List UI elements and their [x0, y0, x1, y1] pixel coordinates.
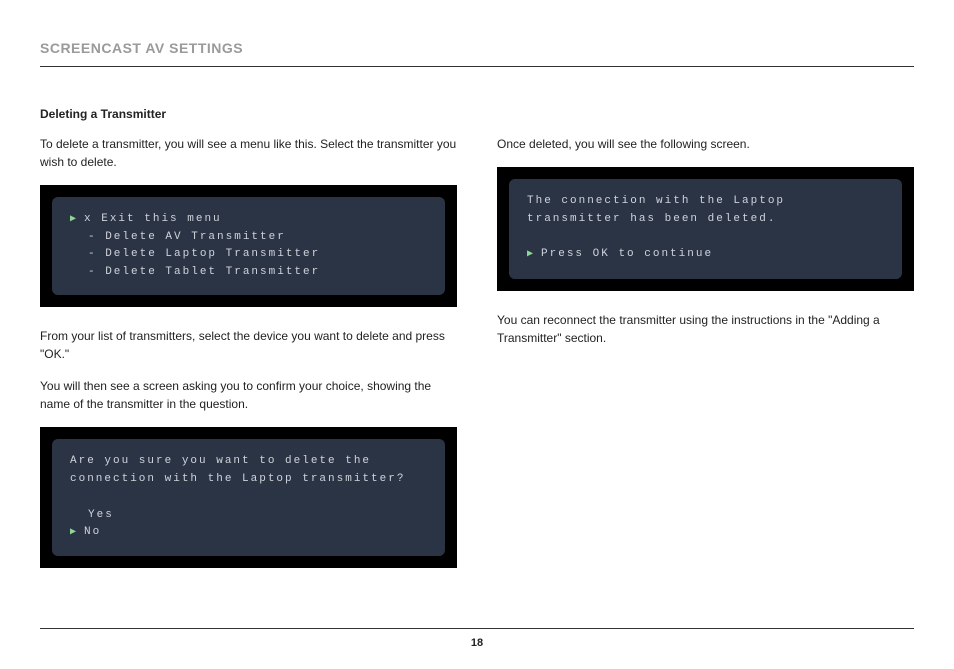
- osd-screenshot-menu: ▶ x Exit this menu - Delete AV Transmitt…: [40, 185, 457, 307]
- deleted-text-line2: transmitter has been deleted.: [527, 211, 884, 229]
- confirm-option-no: No: [84, 524, 101, 542]
- menu-item-av: - Delete AV Transmitter: [88, 229, 286, 247]
- continue-cursor-icon: ▶: [527, 250, 535, 260]
- continue-prompt: Press OK to continue: [541, 246, 713, 264]
- intro-paragraph-3: You will then see a screen asking you to…: [40, 377, 457, 413]
- menu-item-exit: x Exit this menu: [84, 211, 222, 229]
- right-paragraph-1: Once deleted, you will see the following…: [497, 135, 914, 153]
- section-heading: Deleting a Transmitter: [40, 107, 457, 121]
- menu-item-laptop: - Delete Laptop Transmitter: [88, 246, 320, 264]
- confirm-text-line1: Are you sure you want to delete the: [70, 453, 427, 471]
- deleted-text-line1: The connection with the Laptop: [527, 193, 884, 211]
- right-column: Once deleted, you will see the following…: [497, 107, 914, 588]
- page-number: 18: [40, 637, 914, 649]
- right-paragraph-2: You can reconnect the transmitter using …: [497, 311, 914, 347]
- menu-cursor-icon: ▶: [70, 215, 78, 225]
- osd-screenshot-confirm: Are you sure you want to delete the conn…: [40, 427, 457, 567]
- confirm-cursor-icon: ▶: [70, 528, 78, 538]
- confirm-text-line2: connection with the Laptop transmitter?: [70, 471, 427, 489]
- header-divider: [40, 66, 914, 67]
- intro-paragraph-2: From your list of transmitters, select t…: [40, 327, 457, 363]
- confirm-option-yes: Yes: [88, 507, 114, 525]
- menu-item-tablet: - Delete Tablet Transmitter: [88, 264, 320, 282]
- intro-paragraph-1: To delete a transmitter, you will see a …: [40, 135, 457, 171]
- left-column: Deleting a Transmitter To delete a trans…: [40, 107, 457, 588]
- footer-divider: [40, 628, 914, 629]
- page-header-title: SCREENCAST AV SETTINGS: [40, 40, 914, 56]
- osd-screenshot-deleted: The connection with the Laptop transmitt…: [497, 167, 914, 291]
